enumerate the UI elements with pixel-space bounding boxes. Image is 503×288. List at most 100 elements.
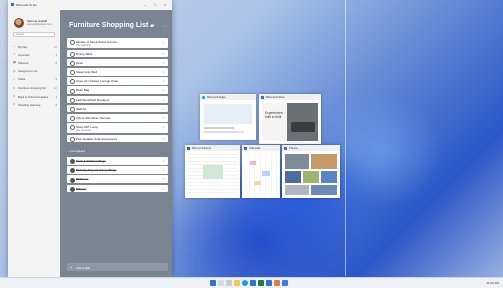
close-icon[interactable]: × <box>164 2 166 7</box>
star-icon[interactable]: ☆ <box>162 88 165 92</box>
complete-checkbox[interactable] <box>70 51 75 57</box>
sidebar-item-count: 8 <box>55 60 57 65</box>
task-item[interactable]: Open Air Outdoor Lounge Chair ☆ <box>67 77 168 85</box>
task-item[interactable]: Dining Table ☆ <box>67 49 168 58</box>
star-icon: ☆ <box>13 52 16 57</box>
task-item[interactable]: Pick Suitable Sofa Accessories ☆ <box>67 134 168 143</box>
sidebar-item[interactable]: ☼ My Day 12 <box>13 43 57 51</box>
todo-window: Microsoft To Do – □ × Samuel Haskill sam… <box>8 0 172 280</box>
completed-task-item[interactable]: Bath & Kitchen Rugs ☆ <box>67 157 168 165</box>
sidebar-item-count: 12 <box>53 86 57 91</box>
task-view-icon[interactable] <box>226 280 232 286</box>
profile-email: samuel@outlook.com <box>27 23 52 26</box>
start-icon[interactable] <box>210 280 216 286</box>
task-item[interactable]: LED Bookshelf Speakers ☆ <box>67 95 168 104</box>
star-icon[interactable]: ☆ <box>162 177 165 181</box>
completed-section-header[interactable]: ⌄ Completed <box>67 149 85 153</box>
star-icon[interactable]: ☆ <box>162 79 165 83</box>
home-icon: ⌂ <box>13 76 15 81</box>
calendar-icon[interactable] <box>282 280 288 286</box>
completed-checkbox[interactable] <box>70 168 75 174</box>
task-item[interactable]: Indoor Microfiber Ottoman ☆ <box>67 114 168 122</box>
complete-checkbox[interactable] <box>70 116 75 122</box>
sidebar-item[interactable]: ☆ Important 3 <box>13 51 57 59</box>
task-item[interactable]: Bean Bag ☆ <box>67 86 168 94</box>
complete-checkbox[interactable] <box>70 70 75 76</box>
star-icon[interactable]: ☆ <box>162 70 165 74</box>
star-icon[interactable]: ☆ <box>162 137 165 141</box>
completed-task-item[interactable]: Pick Up Imported Area Rugs ☆ <box>67 166 168 174</box>
more-options-icon[interactable]: ⋯ <box>163 24 167 29</box>
task-item[interactable]: Sleek Gray Bed ☆ <box>67 68 168 76</box>
star-icon[interactable]: ☆ <box>162 61 165 65</box>
photo-tile <box>285 185 309 195</box>
search-input[interactable]: Search <box>13 32 55 37</box>
star-icon[interactable]: ☆ <box>162 125 165 129</box>
search-icon[interactable] <box>218 280 224 286</box>
star-icon[interactable]: ☆ <box>162 187 165 191</box>
photo-tile <box>321 171 337 183</box>
sidebar-item-count: 12 <box>53 44 57 49</box>
photo-tile <box>303 171 319 183</box>
add-task-input[interactable]: + Add a task <box>67 263 168 271</box>
couch-emoji-icon: ▰ <box>150 23 155 29</box>
complete-checkbox[interactable] <box>70 40 75 46</box>
store-icon <box>261 95 264 99</box>
star-icon[interactable]: ☆ <box>162 107 165 111</box>
list-icon: ≡ <box>13 94 15 99</box>
sidebar-item-label: Tasks <box>18 77 26 82</box>
calendar-event <box>262 171 270 176</box>
star-icon[interactable]: ☆ <box>162 159 165 163</box>
task-item[interactable]: Wall Art ☆ <box>67 104 168 113</box>
star-icon[interactable]: ☆ <box>162 98 165 102</box>
store-icon[interactable] <box>250 280 256 286</box>
task-item[interactable]: Modern & Sleek Wood Armoire Due Saturday ☆ <box>67 38 168 48</box>
photos-icon[interactable] <box>274 280 280 286</box>
taskbar: 11:04 AM <box>0 277 503 288</box>
snap-thumb-excel[interactable]: Microsoft Excel <box>185 145 240 198</box>
file-explorer-icon[interactable] <box>234 280 240 286</box>
excel-icon <box>187 146 190 150</box>
maximize-icon[interactable]: □ <box>154 2 156 7</box>
completed-label: Completed <box>70 149 85 153</box>
completed-checkbox[interactable] <box>70 186 75 192</box>
completed-checkbox[interactable] <box>70 159 75 165</box>
thumb-titlebar <box>242 145 280 151</box>
completed-task-item[interactable]: Pillows ☆ <box>67 184 168 193</box>
sidebar-item[interactable]: ≡ Back to School Supplies 4 <box>13 93 57 101</box>
task-item[interactable]: Shop ART Lamp Due tomorrow ☆ <box>67 123 168 134</box>
complete-checkbox[interactable] <box>70 61 75 67</box>
taskbar-clock: 11:04 AM <box>486 280 499 285</box>
complete-checkbox[interactable] <box>70 79 75 85</box>
sidebar-item[interactable]: ≡ Furniture shopping list 12 <box>13 85 57 93</box>
complete-checkbox[interactable] <box>70 125 75 131</box>
calendar-icon <box>244 146 247 150</box>
complete-checkbox[interactable] <box>70 137 75 143</box>
excel-icon[interactable] <box>258 280 264 286</box>
snap-thumb-edge[interactable]: Microsoft Edge <box>200 94 256 140</box>
star-icon[interactable]: ☆ <box>162 40 165 44</box>
sidebar-item[interactable]: ⌂ Tasks 9 <box>13 76 57 84</box>
snap-divider[interactable] <box>345 0 346 276</box>
calendar-event <box>250 161 256 165</box>
snap-thumb-store[interactable]: Microsoft Store Experiences built to thr… <box>259 94 321 144</box>
snap-thumb-photos[interactable]: Photos <box>282 145 340 198</box>
completed-task-item[interactable]: Mattress ☆ <box>67 175 168 183</box>
sidebar-item[interactable]: ◎ Assigned to me <box>13 68 57 76</box>
task-item[interactable]: Desk ☆ <box>67 58 168 67</box>
complete-checkbox[interactable] <box>70 97 75 103</box>
sidebar-item-label: Wedding planning <box>18 102 41 107</box>
star-icon[interactable]: ☆ <box>162 168 165 172</box>
complete-checkbox[interactable] <box>70 88 75 94</box>
edge-icon[interactable] <box>242 280 248 286</box>
complete-checkbox[interactable] <box>70 107 75 113</box>
sidebar-item[interactable]: ▦ Planned 8 <box>13 59 57 67</box>
completed-checkbox[interactable] <box>70 177 75 183</box>
snap-thumb-calendar[interactable]: Calendar <box>242 145 280 198</box>
star-icon[interactable]: ☆ <box>162 52 165 56</box>
list-title-text: Furniture Shopping List <box>69 22 149 29</box>
star-icon[interactable]: ☆ <box>162 116 165 120</box>
sidebar-item[interactable]: ≡ Wedding planning 8 <box>13 101 57 109</box>
minimize-icon[interactable]: – <box>144 2 146 7</box>
todo-icon[interactable] <box>266 280 272 286</box>
